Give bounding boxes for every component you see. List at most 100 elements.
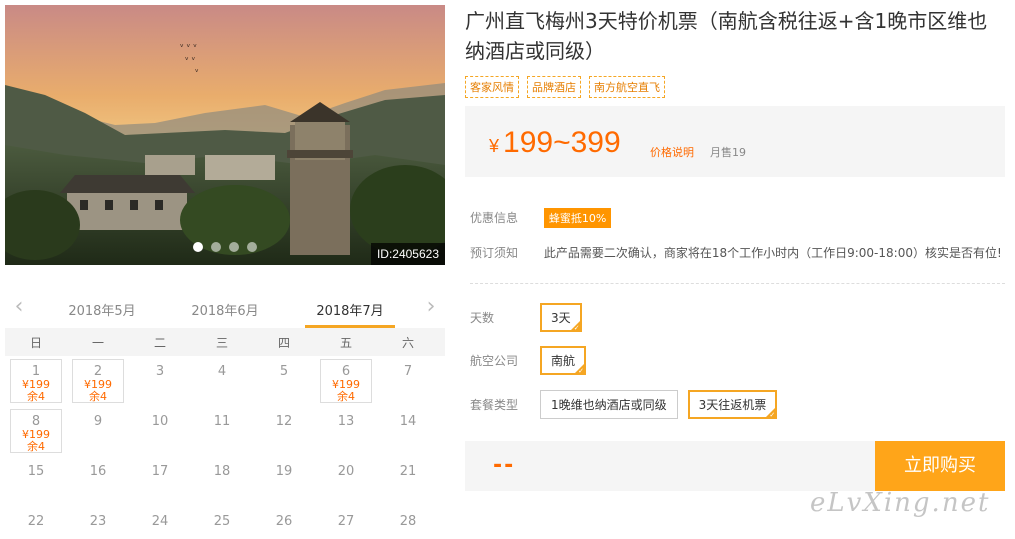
calendar-day-number: 20 bbox=[337, 464, 355, 479]
section-divider bbox=[470, 283, 1005, 284]
calendar-header: ‹ 2018年5月 2018年6月 2018年7月 › bbox=[5, 290, 445, 328]
monthly-sales: 月售19 bbox=[710, 146, 746, 159]
calendar-day-number: 28 bbox=[399, 514, 417, 529]
calendar-day-number: 4 bbox=[217, 364, 227, 379]
calendar-day: 7 bbox=[377, 356, 439, 406]
calendar-day-number: 12 bbox=[275, 414, 293, 429]
month-tab-june[interactable]: 2018年6月 bbox=[180, 300, 270, 319]
days-option-label: 3天 bbox=[551, 311, 571, 325]
calendar-day: 24 bbox=[129, 506, 191, 539]
tag-brand-hotel: 品牌酒店 bbox=[527, 76, 581, 98]
check-icon: ✓ bbox=[573, 324, 580, 332]
calendar-day-available[interactable]: 6 ¥199 余4 bbox=[320, 359, 372, 403]
hero-image[interactable]: ᵛ ᵛ ᵛ ᵛ ᵛ ᵛ ID:2405623 bbox=[5, 5, 445, 265]
carousel-dot[interactable] bbox=[211, 242, 221, 252]
price-explanation-link[interactable]: 价格说明 bbox=[650, 144, 694, 160]
calendar-grid: 1 ¥199 余4 2 ¥199 余4 3 4 5 6 ¥199 余4 7 8 ¥199 余4 9 10 11 12 1… bbox=[5, 356, 445, 539]
calendar-day-available[interactable]: 1 ¥199 余4 bbox=[10, 359, 62, 403]
chevron-left-icon[interactable]: ‹ bbox=[11, 296, 27, 318]
svg-text:ᵛ: ᵛ bbox=[195, 68, 199, 78]
village-sunset-photo: ᵛ ᵛ ᵛ ᵛ ᵛ ᵛ bbox=[5, 5, 445, 265]
days-label: 天数 bbox=[470, 311, 495, 325]
airline-option-row: 航空公司 南航 ✓ bbox=[470, 346, 596, 375]
package-option-hotel[interactable]: 1晚维也纳酒店或同级 bbox=[540, 390, 678, 419]
airline-option-china-southern[interactable]: 南航 ✓ bbox=[540, 346, 587, 375]
weekday-label: 日 bbox=[29, 335, 42, 350]
calendar-day: 22 bbox=[5, 506, 67, 539]
calendar-day-available[interactable]: 8 ¥199 余4 bbox=[10, 409, 62, 453]
carousel-dots[interactable] bbox=[193, 242, 257, 252]
calendar-day-number: 24 bbox=[151, 514, 169, 529]
check-icon: ✓ bbox=[769, 411, 776, 419]
price-panel: ¥199~399 价格说明 月售19 bbox=[465, 106, 1005, 177]
calendar-day: 3 bbox=[129, 356, 191, 406]
chevron-right-icon[interactable]: › bbox=[423, 296, 439, 318]
product-title: 广州直飞梅州3天特价机票（南航含税往返+含1晚市区维也纳酒店或同级） bbox=[465, 9, 988, 63]
date-calendar: ‹ 2018年5月 2018年6月 2018年7月 › 日 一 二 三 四 五 … bbox=[5, 290, 445, 539]
calendar-day-stock: 余4 bbox=[27, 390, 45, 403]
calendar-day: 17 bbox=[129, 456, 191, 506]
month-tab-may[interactable]: 2018年5月 bbox=[57, 300, 147, 319]
airline-label: 航空公司 bbox=[470, 354, 519, 368]
calendar-day: 19 bbox=[253, 456, 315, 506]
package-label: 套餐类型 bbox=[470, 398, 519, 412]
promo-row: 优惠信息 蜂蜜抵10% bbox=[470, 208, 612, 228]
buy-now-button[interactable]: 立即购买 bbox=[875, 441, 1005, 491]
calendar-day-stock: 余4 bbox=[27, 440, 45, 453]
calendar-day: 10 bbox=[129, 406, 191, 456]
calendar-day: 14 bbox=[377, 406, 439, 456]
calendar-day-number: 23 bbox=[89, 514, 107, 529]
calendar-day: 5 bbox=[253, 356, 315, 406]
calendar-day: 12 bbox=[253, 406, 315, 456]
calendar-day: 11 bbox=[191, 406, 253, 456]
calendar-day-number: 11 bbox=[213, 414, 231, 429]
calendar-day-stock: 余4 bbox=[89, 390, 107, 403]
calendar-day: 20 bbox=[315, 456, 377, 506]
carousel-dot[interactable] bbox=[193, 242, 203, 252]
calendar-day-available[interactable]: 2 ¥199 余4 bbox=[72, 359, 124, 403]
svg-text:ᵛ ᵛ ᵛ: ᵛ ᵛ ᵛ bbox=[180, 43, 197, 53]
calendar-day: 21 bbox=[377, 456, 439, 506]
calendar-day-number: 9 bbox=[93, 414, 103, 429]
carousel-dot[interactable] bbox=[247, 242, 257, 252]
calendar-day-number: 13 bbox=[337, 414, 355, 429]
calendar-day: 27 bbox=[315, 506, 377, 539]
calendar-day-number: 14 bbox=[399, 414, 417, 429]
weekday-label: 二 bbox=[153, 335, 166, 350]
calendar-day-number: 16 bbox=[89, 464, 107, 479]
calendar-day: 16 bbox=[67, 456, 129, 506]
calendar-day-number: 10 bbox=[151, 414, 169, 429]
month-tab-july[interactable]: 2018年7月 bbox=[305, 300, 395, 319]
package-option-label: 1晚维也纳酒店或同级 bbox=[551, 398, 667, 412]
purchase-bar: -- 立即购买 bbox=[465, 441, 1005, 491]
svg-text:ᵛ ᵛ: ᵛ ᵛ bbox=[185, 56, 196, 66]
weekday-row: 日 一 二 三 四 五 六 bbox=[5, 328, 445, 356]
carousel-dot[interactable] bbox=[229, 242, 239, 252]
notice-text: 此产品需要二次确认，商家将在18个工作小时内（工作日9:00-18:00）核实是… bbox=[543, 246, 1002, 260]
notice-row: 预订须知 此产品需要二次确认，商家将在18个工作小时内（工作日9:00-18:0… bbox=[470, 244, 1002, 261]
calendar-day-number: 1 bbox=[31, 364, 41, 379]
price-range: ¥199~399 bbox=[489, 126, 621, 163]
calendar-day-number: 26 bbox=[275, 514, 293, 529]
calendar-day-number: 3 bbox=[155, 364, 165, 379]
calendar-day-number: 15 bbox=[27, 464, 45, 479]
check-icon: ✓ bbox=[578, 367, 585, 375]
package-option-row: 套餐类型 1晚维也纳酒店或同级 3天往返机票 ✓ bbox=[470, 390, 787, 419]
calendar-day-number: 18 bbox=[213, 464, 231, 479]
days-option-3[interactable]: 3天 ✓ bbox=[540, 303, 582, 332]
calendar-day-number: 2 bbox=[93, 364, 103, 379]
calendar-day: 25 bbox=[191, 506, 253, 539]
package-option-flight[interactable]: 3天往返机票 ✓ bbox=[687, 390, 778, 419]
weekday-label: 五 bbox=[339, 335, 352, 350]
calendar-day-number: 22 bbox=[27, 514, 45, 529]
calendar-day-number: 25 bbox=[213, 514, 231, 529]
calendar-day-number: 5 bbox=[279, 364, 289, 379]
calendar-day-number: 17 bbox=[151, 464, 169, 479]
calendar-day: 15 bbox=[5, 456, 67, 506]
calendar-day-number: 21 bbox=[399, 464, 417, 479]
calendar-day: 28 bbox=[377, 506, 439, 539]
price-range-value: 199~399 bbox=[503, 126, 621, 159]
calendar-day: 4 bbox=[191, 356, 253, 406]
weekday-label: 四 bbox=[277, 335, 290, 350]
notice-label: 预订须知 bbox=[470, 246, 519, 260]
